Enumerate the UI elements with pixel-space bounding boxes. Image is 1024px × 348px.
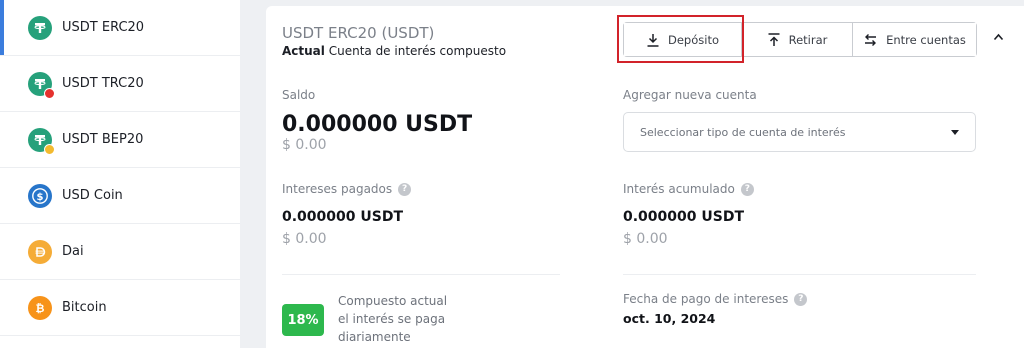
balance-amount: 0.000000 USDT <box>282 112 473 137</box>
action-buttons: Depósito Retirar Entre cuentas <box>623 22 977 57</box>
interest-account-select[interactable]: Seleccionar tipo de cuenta de interés <box>623 112 976 152</box>
account-subtitle: Actual Cuenta de interés compuesto <box>282 44 506 58</box>
caret-down-icon <box>951 129 959 135</box>
download-icon <box>647 33 659 47</box>
sidebar-item-dai[interactable]: Dai <box>0 224 240 280</box>
swap-arrows-icon <box>865 33 877 46</box>
svg-text:$: $ <box>37 192 44 203</box>
rate-description: Compuesto actual el interés se paga diar… <box>338 292 447 346</box>
sidebar-item-label: USDT TRC20 <box>62 76 144 91</box>
tether-icon <box>28 71 55 99</box>
interest-paid-usd: $ 0.00 <box>282 231 327 247</box>
interest-paid-amount: 0.000000 USDT <box>282 209 404 225</box>
help-icon[interactable]: ? <box>740 182 754 196</box>
help-icon[interactable]: ? <box>794 292 808 306</box>
interest-accrued-usd: $ 0.00 <box>623 231 668 247</box>
balance-usd: $ 0.00 <box>282 137 327 153</box>
subtitle-status: Actual <box>282 44 325 58</box>
interest-accrued-amount: 0.000000 USDT <box>623 209 745 225</box>
withdraw-button[interactable]: Retirar <box>742 23 853 56</box>
sidebar-item-label: USDT ERC20 <box>62 20 145 35</box>
sidebar-item-label: Bitcoin <box>62 300 107 315</box>
withdraw-label: Retirar <box>788 32 828 47</box>
dai-icon <box>28 239 52 264</box>
sidebar: USDT ERC20 USDT TRC20 USDT BEP20 $ USD C… <box>0 0 240 348</box>
deposit-button[interactable]: Depósito <box>624 23 742 56</box>
rate-line: el interés se paga <box>338 312 446 326</box>
usd-coin-icon: $ <box>28 183 52 208</box>
deposit-label: Depósito <box>668 32 719 47</box>
interest-accrued-text: Interés acumulado <box>623 182 735 196</box>
divider <box>282 274 560 275</box>
select-placeholder: Seleccionar tipo de cuenta de interés <box>640 125 846 139</box>
interest-paid-label: Intereses pagados ? <box>282 182 412 196</box>
svg-text:₿: ₿ <box>36 302 45 315</box>
transfer-button[interactable]: Entre cuentas <box>853 23 976 56</box>
tether-icon <box>28 15 52 40</box>
page-title: USDT ERC20 (USDT) <box>282 24 435 42</box>
bitcoin-icon: ₿ <box>28 295 52 320</box>
sidebar-item-bitcoin[interactable]: ₿ Bitcoin <box>0 280 240 336</box>
payment-date-label: Fecha de pago de intereses ? <box>623 292 808 306</box>
upload-icon <box>768 32 780 46</box>
sidebar-item-usdt-bep20[interactable]: USDT BEP20 <box>0 112 240 168</box>
interest-rate-badge: 18% <box>282 304 324 336</box>
sidebar-item-usd-coin[interactable]: $ USD Coin <box>0 168 240 224</box>
payment-date-value: oct. 10, 2024 <box>623 311 716 326</box>
divider <box>623 274 976 275</box>
tether-icon <box>28 127 55 155</box>
payment-date-text: Fecha de pago de intereses <box>623 292 789 306</box>
rate-line: diariamente <box>338 330 411 344</box>
interest-paid-text: Intereses pagados <box>282 182 393 196</box>
transfer-label: Entre cuentas <box>886 32 966 47</box>
sidebar-item-usdt-erc20[interactable]: USDT ERC20 <box>0 0 240 56</box>
account-panel: USDT ERC20 (USDT) Actual Cuenta de inter… <box>266 6 1024 348</box>
help-icon[interactable]: ? <box>398 182 412 196</box>
bnb-badge-icon <box>44 143 55 155</box>
sidebar-item-usdt-trc20[interactable]: USDT TRC20 <box>0 56 240 112</box>
interest-accrued-label: Interés acumulado ? <box>623 182 754 196</box>
tron-badge-icon <box>44 87 55 99</box>
chevron-up-icon[interactable] <box>993 33 1004 41</box>
sidebar-item-label: USDT BEP20 <box>62 132 144 147</box>
add-account-label: Agregar nueva cuenta <box>623 88 757 102</box>
sidebar-item-label: USD Coin <box>62 188 123 203</box>
subtitle-type: Cuenta de interés compuesto <box>328 44 507 58</box>
rate-line: Compuesto actual <box>338 294 448 308</box>
sidebar-item-label: Dai <box>62 244 84 259</box>
balance-label: Saldo <box>282 88 316 102</box>
